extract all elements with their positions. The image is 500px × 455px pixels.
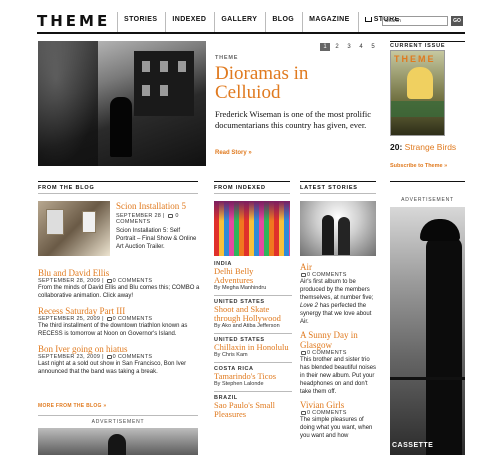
cover-masthead: THEME — [394, 54, 436, 64]
indexed-byline: By Ako and Atiba Jefferson — [214, 323, 280, 329]
blog-lead-title[interactable]: Scion Installation 5 — [116, 201, 200, 211]
latest-excerpt: This brother and sister trio has blended… — [300, 357, 377, 395]
feature-dek: Frederick Wiseman is one of the most pro… — [215, 109, 372, 130]
latest-title[interactable]: Vivian Girls — [300, 400, 378, 410]
blog-ad-label: ADVERTISEMENT — [91, 419, 145, 425]
blog-heading: FROM THE BLOG — [38, 185, 95, 191]
indexed-title[interactable]: Delhi Belly Adventures — [214, 267, 292, 285]
indexed-item: INDIA Delhi Belly Adventures By Megha Ma… — [214, 261, 292, 295]
blog-post: Blu and David Ellis SEPTEMBER 28, 2009 |… — [38, 268, 200, 300]
feature-title[interactable]: Dioramas in Celluiod — [215, 64, 375, 102]
more-from-blog-link[interactable]: MORE FROM THE BLOG » — [38, 403, 107, 409]
latest-excerpt: The simple pleasures of doing what you w… — [300, 417, 373, 439]
blog-post-excerpt: The third installment of the downtown tr… — [38, 323, 188, 337]
indexed-item: UNITED STATES Shoot and Skate through Ho… — [214, 295, 292, 333]
pager-page-3[interactable]: 3 — [344, 43, 354, 51]
pager-page-2[interactable]: 2 — [332, 43, 342, 51]
blog-post-title[interactable]: Bon Iver going on hiatus — [38, 344, 200, 354]
latest-heading: LATEST STORIES — [300, 185, 358, 191]
latest-title[interactable]: Air — [300, 262, 378, 272]
blog-post-title[interactable]: Blu and David Ellis — [38, 268, 200, 278]
search-input[interactable]: Search — [382, 16, 448, 26]
cart-icon — [364, 17, 372, 22]
current-issue-label: CURRENT ISSUE — [390, 41, 465, 49]
comment-icon — [167, 213, 173, 218]
blog-lead-excerpt: Scion Installation 5: Self Portrait – Fi… — [116, 228, 197, 250]
blog-lead-comments-label[interactable]: COMMENTS — [116, 219, 150, 225]
divider — [214, 181, 290, 182]
read-story-link[interactable]: Read Story » — [215, 150, 252, 156]
nav-magazine[interactable]: MAGAZINE — [302, 12, 358, 32]
feature-pager: 1 2 3 4 5 — [320, 43, 378, 51]
blog-lead-image[interactable] — [38, 201, 110, 256]
latest-excerpt: Air's first album to be produced by the … — [300, 279, 374, 325]
blog-post: Recess Saturday Part III SEPTEMBER 25, 2… — [38, 306, 200, 338]
indexed-byline: By Megha Manhindru — [214, 285, 267, 291]
blog-post-list: Blu and David Ellis SEPTEMBER 28, 2009 |… — [38, 268, 200, 376]
blog-lead-comment-count[interactable]: 0 — [175, 213, 178, 219]
indexed-title[interactable]: Shoot and Skate through Hollywood — [214, 305, 292, 323]
latest-title[interactable]: A Sunny Day in Glasgow — [300, 330, 378, 350]
divider — [390, 181, 465, 182]
subscribe-link[interactable]: Subscribe to Theme » — [390, 163, 447, 169]
indexed-heading: FROM INDEXED — [214, 185, 266, 191]
blog-post-excerpt: Last night at a sold out show in San Fra… — [38, 361, 187, 375]
comment-icon — [106, 316, 112, 321]
latest-item: Vivian Girls 0 COMMENTS The simple pleas… — [300, 400, 378, 440]
divider — [300, 181, 376, 182]
indexed-byline: By Chris Kam — [214, 352, 248, 358]
blog-post-title[interactable]: Recess Saturday Part III — [38, 306, 200, 316]
comment-icon — [106, 354, 112, 359]
blog-post: Bon Iver going on hiatus SEPTEMBER 23, 2… — [38, 344, 200, 376]
indexed-byline: By Stephen Lalonde — [214, 381, 264, 387]
latest-list: Air 0 COMMENTS Air's first album to be p… — [300, 262, 378, 440]
site-logo[interactable]: THEME — [37, 12, 110, 30]
pager-page-5[interactable]: 5 — [368, 43, 378, 51]
comment-icon — [106, 278, 112, 283]
pager-page-4[interactable]: 4 — [356, 43, 366, 51]
latest-lead-image[interactable] — [300, 201, 376, 256]
feature-image[interactable] — [38, 41, 206, 166]
indexed-item: UNITED STATES Chillaxin in Honolulu By C… — [214, 333, 292, 362]
ad-brand: CASSETTE — [392, 442, 434, 449]
issue-cover[interactable]: THEME — [390, 50, 445, 136]
blog-lead: Scion Installation 5 SEPTEMBER 28 | 0 CO… — [116, 201, 200, 251]
indexed-list: INDIA Delhi Belly Adventures By Megha Ma… — [214, 261, 292, 419]
issue-title[interactable]: 20: Strange Birds — [390, 142, 456, 152]
site-header: THEME STORIES INDEXED GALLERY BLOG MAGAZ… — [37, 12, 465, 34]
comment-icon — [301, 272, 306, 277]
latest-item: Air 0 COMMENTS Air's first album to be p… — [300, 262, 378, 326]
comment-icon — [301, 350, 306, 355]
indexed-title[interactable]: Chillaxin in Honolulu — [214, 343, 292, 352]
feature-kicker: THEME — [215, 55, 239, 61]
indexed-title[interactable]: Tamarindo's Ticos — [214, 372, 292, 381]
indexed-item: BRAZIL Sao Paulo's Small Pleasures — [214, 391, 292, 419]
pager-page-1[interactable]: 1 — [320, 43, 330, 51]
indexed-title[interactable]: Sao Paulo's Small Pleasures — [214, 401, 292, 419]
divider — [38, 181, 198, 182]
blog-advertisement[interactable] — [38, 428, 198, 455]
indexed-lead-image[interactable] — [214, 201, 290, 256]
main-nav: STORIES INDEXED GALLERY BLOG MAGAZINE ST… — [117, 12, 408, 32]
nav-stories[interactable]: STORIES — [117, 12, 165, 32]
sidebar-advertisement: ADVERTISEMENT CASSETTE — [390, 197, 465, 455]
indexed-item: COSTA RICA Tamarindo's Ticos By Stephen … — [214, 362, 292, 391]
sidebar-ad-image[interactable]: CASSETTE — [390, 207, 465, 455]
blog-post-excerpt: From the minds of David Ellis and Blu co… — [38, 285, 200, 299]
comment-icon — [301, 410, 306, 415]
latest-item: A Sunny Day in Glasgow 0 COMMENTS This b… — [300, 330, 378, 396]
nav-blog[interactable]: BLOG — [265, 12, 302, 32]
nav-gallery[interactable]: GALLERY — [214, 12, 265, 32]
search-go-button[interactable]: GO — [451, 16, 463, 26]
nav-indexed[interactable]: INDEXED — [165, 12, 214, 32]
sidebar-ad-label: ADVERTISEMENT — [401, 197, 454, 203]
